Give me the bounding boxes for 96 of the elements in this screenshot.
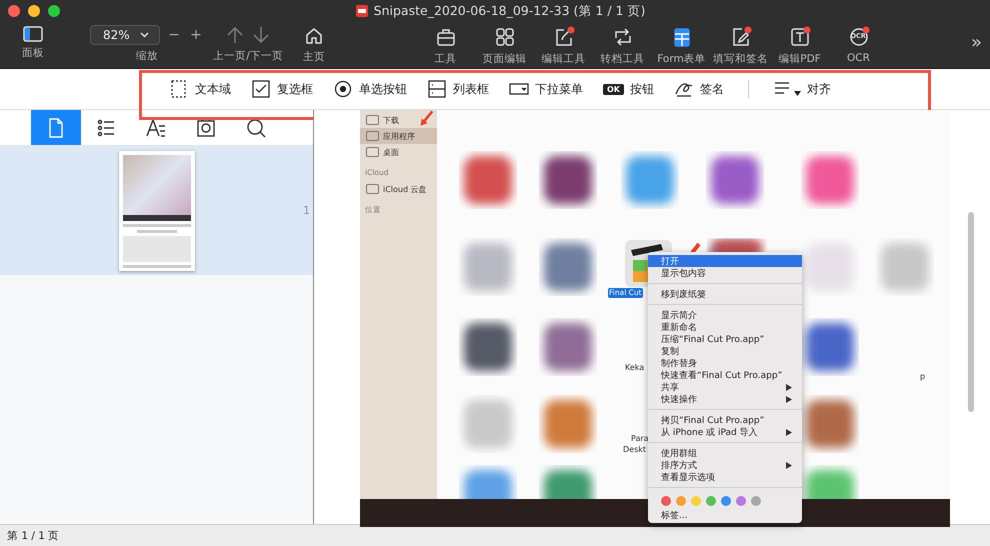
grid-icon <box>494 26 516 48</box>
caret-icon <box>794 90 801 96</box>
annotation-arrow <box>419 110 435 127</box>
menu-item[interactable]: 压缩“Final Cut Pro.app” <box>648 333 802 345</box>
blurred-app-icon <box>544 470 592 499</box>
form-tool-button[interactable]: 下拉菜单 <box>509 80 583 98</box>
toolbar-button[interactable]: 填写和签名 <box>711 22 770 66</box>
tag-color-dot[interactable] <box>691 496 701 506</box>
finder-sidebar-item[interactable]: 应用程序 <box>360 128 437 144</box>
submenu-arrow-icon <box>786 462 792 468</box>
file-name-label[interactable]: Keka <box>624 363 646 373</box>
more-tools-button[interactable]: » <box>970 32 982 53</box>
form-tool-button[interactable]: 对齐 <box>773 80 831 98</box>
blurred-app-icon <box>806 156 854 204</box>
toolbar-button[interactable]: 转档工具 <box>593 22 652 66</box>
blurred-app-icon <box>711 156 759 204</box>
zoom-out-button[interactable]: − <box>166 27 182 43</box>
ok-button-icon: OK <box>603 84 624 94</box>
minimize-window-button[interactable] <box>28 5 40 17</box>
blurred-app-icon <box>464 156 512 204</box>
menu-item[interactable]: 共享 <box>648 381 802 393</box>
blurred-app-icon <box>881 243 929 291</box>
page-nav-label: 上一页/下一页 <box>213 49 283 63</box>
menu-item[interactable]: 显示简介 <box>648 309 802 321</box>
menu-item[interactable]: 显示包内容 <box>648 267 802 279</box>
finder-sidebar-item[interactable]: iCloud 云盘 <box>360 181 437 197</box>
finder-sidebar-item[interactable]: 桌面 <box>360 144 437 160</box>
blurred-app-icon <box>464 400 512 448</box>
form-tool-button[interactable]: 列表框 <box>427 80 489 98</box>
toolbar-button[interactable]: 编辑PDF <box>770 22 829 66</box>
checkbox-icon <box>251 80 271 98</box>
next-page-icon[interactable] <box>251 25 271 45</box>
tag-color-dot[interactable] <box>751 496 761 506</box>
form-tool-button[interactable]: 复选框 <box>251 80 313 98</box>
zoom-label: 缩放 <box>136 49 158 63</box>
zoom-in-button[interactable]: + <box>188 27 204 43</box>
window-title: Snipaste_2020-06-18_09-12-33 (第 1 / 1 页) <box>374 2 646 20</box>
file-name-label[interactable]: p <box>919 372 926 382</box>
menu-item[interactable]: 使用群组 <box>648 447 802 459</box>
toolbar-button[interactable]: Form表单 <box>652 22 711 66</box>
blurred-app-icon <box>544 243 592 291</box>
file-name-label[interactable]: Deskt <box>622 445 648 455</box>
home-icon <box>304 26 324 46</box>
finder-sidebar-item[interactable]: 下载 <box>360 112 437 128</box>
ocr-icon <box>848 26 870 48</box>
blurred-app-icon <box>544 156 592 204</box>
menu-item[interactable]: 快速查看“Final Cut Pro.app” <box>648 369 802 381</box>
blurred-app-icon <box>464 470 512 499</box>
submenu-arrow-icon <box>786 428 792 436</box>
panel-button[interactable]: 面板 <box>10 22 56 60</box>
previous-page-icon[interactable] <box>225 25 245 45</box>
menu-item[interactable]: 复制 <box>648 345 802 357</box>
radio-button-icon <box>333 80 353 98</box>
blurred-app-icon <box>806 400 854 448</box>
text-box-icon <box>788 26 810 48</box>
menu-item[interactable]: 拷贝“Final Cut Pro.app” <box>648 414 802 426</box>
menu-item[interactable]: 打开 <box>648 255 802 267</box>
pdf-file-icon <box>354 4 369 18</box>
form-tool-button[interactable]: 单选按钮 <box>333 80 407 98</box>
page-number: 1 <box>303 204 310 217</box>
menu-item[interactable]: 排序方式 <box>648 459 802 471</box>
menu-item[interactable]: 制作替身 <box>648 357 802 369</box>
chevron-down-icon <box>140 32 149 38</box>
file-name-label[interactable]: Para <box>630 434 650 444</box>
blurred-app-icon <box>806 470 854 499</box>
menu-item[interactable]: 标签... <box>648 509 802 521</box>
tag-color-dot[interactable] <box>721 496 731 506</box>
zoom-window-button[interactable] <box>48 5 60 17</box>
panel-icon <box>23 26 43 42</box>
tag-color-dot[interactable] <box>706 496 716 506</box>
menu-item[interactable]: 查看显示选项 <box>648 471 802 483</box>
page-count-status: 第 1 / 1 页 <box>7 528 60 542</box>
menu-item[interactable]: 从 iPhone 或 iPad 导入 <box>648 426 802 438</box>
blurred-app-icon <box>464 243 512 291</box>
blurred-app-icon <box>544 400 592 448</box>
toolbar-button[interactable]: 工具 <box>416 22 475 66</box>
list-box-icon <box>427 80 447 98</box>
tag-color-dot[interactable] <box>661 496 671 506</box>
menu-item[interactable]: 移到废纸篓 <box>648 288 802 300</box>
tag-color-dot[interactable] <box>736 496 746 506</box>
home-button[interactable]: 主页 <box>294 22 334 64</box>
menu-item[interactable]: 快速操作 <box>648 393 802 405</box>
form-tool-button[interactable]: OK 按钮 <box>603 80 654 98</box>
blurred-app-icon <box>626 156 674 204</box>
zoom-dropdown[interactable]: 82% <box>90 25 160 45</box>
toolbar-button[interactable]: 编辑工具 <box>534 22 593 66</box>
form-tool-button[interactable]: 签名 <box>674 80 724 98</box>
scrollbar[interactable] <box>968 212 974 412</box>
toolbar-button[interactable]: 页面编辑 <box>475 22 534 66</box>
form-tool-button[interactable]: 文本域 <box>169 80 231 98</box>
blurred-app-icon <box>806 323 854 371</box>
tag-color-dot[interactable] <box>676 496 686 506</box>
close-window-button[interactable] <box>8 5 20 17</box>
blurred-app-icon <box>464 323 512 371</box>
blurred-app-icon <box>544 323 592 371</box>
menu-item[interactable]: 重新命名 <box>648 321 802 333</box>
